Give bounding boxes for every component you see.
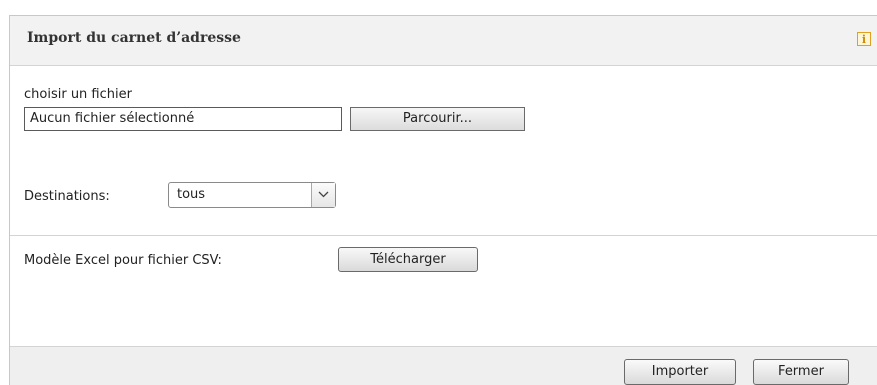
excel-template-section: Modèle Excel pour fichier CSV: Télécharg… — [10, 236, 877, 346]
download-button[interactable]: Télécharger — [338, 247, 478, 272]
destinations-label: Destinations: — [24, 189, 110, 204]
browse-button[interactable]: Parcourir... — [350, 107, 525, 131]
dialog-title: Import du carnet d’adresse — [27, 30, 241, 46]
excel-template-label: Modèle Excel pour fichier CSV: — [24, 253, 222, 268]
dialog-footer: Importer Fermer — [10, 346, 877, 385]
chevron-down-icon — [318, 191, 329, 198]
import-button[interactable]: Importer — [624, 359, 736, 385]
info-icon[interactable]: i — [857, 32, 871, 46]
import-address-book-dialog: Import du carnet d’adresse i choisir un … — [9, 15, 877, 385]
file-label: choisir un fichier — [24, 87, 132, 102]
close-button[interactable]: Fermer — [753, 359, 849, 385]
file-section: choisir un fichier Aucun fichier sélecti… — [10, 66, 877, 236]
file-path-field[interactable]: Aucun fichier sélectionné — [24, 107, 342, 131]
destinations-select[interactable]: tous — [168, 182, 336, 208]
dropdown-button[interactable] — [311, 183, 335, 207]
destinations-selected-value: tous — [177, 187, 206, 202]
dialog-header: Import du carnet d’adresse i — [10, 16, 877, 66]
